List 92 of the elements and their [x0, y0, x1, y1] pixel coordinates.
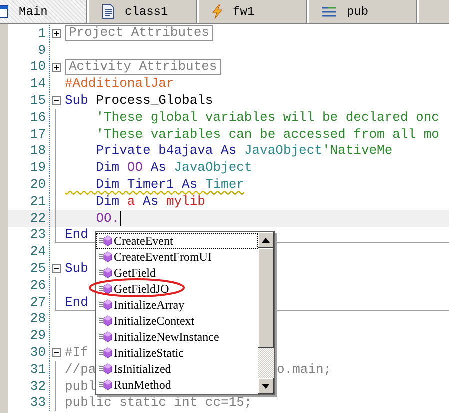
line-number: 33 — [29, 395, 47, 410]
line-number: 26 — [29, 278, 47, 293]
lightning-icon — [211, 4, 223, 20]
lines-icon — [321, 6, 337, 18]
code-text: Timer — [205, 177, 244, 192]
method-icon — [99, 251, 113, 263]
scroll-down-button[interactable] — [258, 378, 274, 394]
code-text: As — [150, 160, 168, 176]
collapse-icon[interactable] — [52, 96, 60, 106]
autocomplete-item[interactable]: CreateEvent — [96, 233, 258, 249]
line-number: 29 — [29, 328, 47, 344]
autocomplete-item[interactable]: CreateEventFromUI — [96, 249, 258, 265]
code-text: Dim — [95, 160, 121, 176]
code-text: //pa — [65, 362, 96, 377]
method-icon — [99, 347, 113, 359]
editor-tab[interactable]: Main — [0, 0, 89, 23]
autocomplete-item[interactable]: InitializeContext — [96, 313, 258, 329]
collapsed-region[interactable]: Activity Attributes — [65, 58, 222, 75]
code-text: a — [127, 194, 136, 209]
method-icon — [99, 283, 113, 295]
line-number: 27 — [29, 294, 47, 310]
down-arrow-icon — [262, 384, 270, 388]
method-icon — [99, 299, 113, 311]
line-number: 1 — [37, 26, 47, 41]
code-text: As — [142, 194, 160, 209]
code-text: End — [65, 294, 88, 310]
line-number: 30 — [29, 345, 47, 360]
autocomplete-item[interactable]: InitializeStatic — [96, 345, 258, 361]
code-text: OO — [127, 160, 144, 176]
up-arrow-icon — [262, 238, 270, 242]
code-text: mylib — [166, 194, 206, 209]
code-text: End — [65, 227, 88, 242]
code-text: o.main; — [277, 362, 332, 377]
code-text: 'These variables can be accessed from all mo — [95, 126, 440, 142]
editor-tab[interactable]: fw1 — [199, 0, 309, 23]
line-number: 32 — [29, 378, 47, 394]
expand-icon[interactable] — [52, 28, 60, 38]
code-text: JavaObject — [244, 143, 322, 158]
line-number: 15 — [29, 93, 47, 108]
line-number: 24 — [29, 244, 47, 260]
code-text: Private b4ajava As — [95, 143, 238, 158]
code-text: Sub — [65, 261, 88, 276]
editor-tab[interactable]: pub — [309, 0, 419, 23]
line-number: 10 — [29, 59, 47, 74]
code-text: #If — [65, 345, 88, 360]
collapse-icon[interactable] — [52, 264, 60, 274]
code-text: 'NativeMe — [322, 143, 393, 158]
collapsed-region[interactable]: Project Attributes — [65, 25, 214, 42]
code-text: Sub — [65, 93, 88, 108]
scroll-up-button[interactable] — [258, 232, 274, 248]
autocomplete-item[interactable]: GetFieldJO — [96, 281, 258, 297]
code-text: OO. — [95, 210, 120, 226]
document-icon — [101, 4, 115, 20]
method-icon — [99, 267, 113, 279]
line-number: 22 — [29, 210, 47, 226]
autocomplete-item[interactable]: RunMethod — [96, 377, 258, 393]
line-number: 28 — [29, 311, 47, 326]
method-icon — [99, 379, 113, 391]
line-number: 19 — [29, 160, 47, 176]
autocomplete-item[interactable]: IsInitialized — [96, 361, 258, 377]
text-caret — [120, 210, 121, 226]
line-number: 18 — [29, 143, 47, 158]
method-icon — [99, 331, 113, 343]
code-text: Dim Timer1 As — [95, 177, 199, 192]
scrollbar[interactable] — [258, 232, 274, 394]
autocomplete-item[interactable]: GetField — [96, 265, 258, 281]
window-icon — [0, 4, 9, 18]
code-text: publ — [65, 378, 96, 394]
line-number: 20 — [29, 177, 47, 192]
method-icon — [99, 363, 113, 375]
collapse-icon[interactable] — [52, 348, 60, 358]
code-text: Dim — [95, 194, 121, 209]
line-number: 21 — [29, 194, 47, 209]
code-text: public static int cc=15; — [65, 395, 252, 410]
autocomplete-item[interactable]: InitializeArray — [96, 297, 258, 313]
method-icon — [99, 315, 113, 327]
method-icon — [99, 235, 113, 247]
expand-icon[interactable] — [52, 62, 60, 72]
line-number: 25 — [29, 261, 47, 276]
editor-tab[interactable]: class1 — [89, 0, 199, 23]
code-text: JavaObject — [174, 160, 252, 176]
code-text: Process_Globals — [95, 93, 214, 108]
line-number: 16 — [29, 110, 47, 125]
autocomplete-item[interactable]: InitializeNewInstance — [96, 329, 258, 345]
line-number: 23 — [29, 227, 47, 242]
scroll-thumb[interactable] — [258, 248, 274, 348]
line-number: 17 — [29, 126, 47, 142]
code-text: 'These global variables will be declared onc — [95, 110, 440, 125]
line-number: 9 — [37, 42, 47, 58]
line-number: 31 — [29, 362, 47, 377]
code-text: #AdditionalJar — [65, 76, 174, 92]
line-number: 14 — [29, 76, 47, 92]
